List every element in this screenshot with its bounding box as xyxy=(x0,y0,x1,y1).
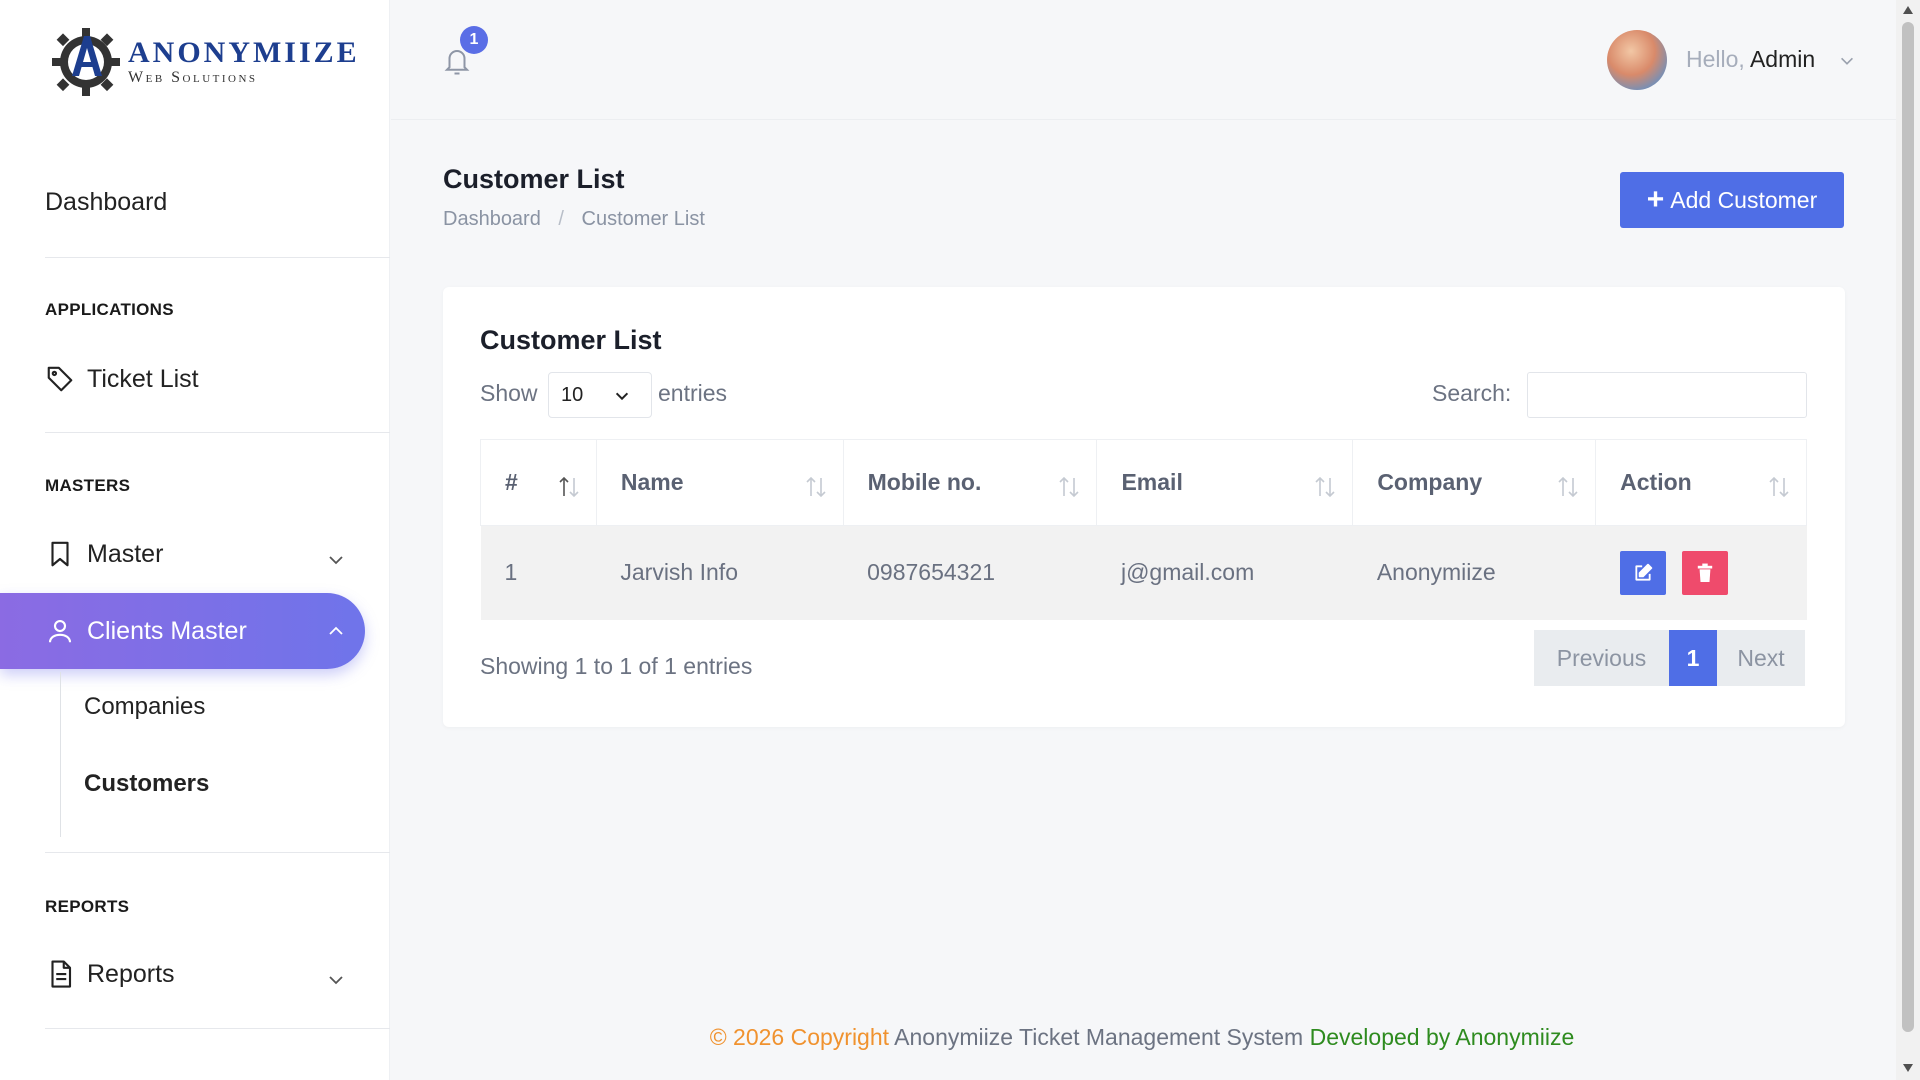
user-name: Admin xyxy=(1749,46,1816,72)
brand-tagline: Web Solutions xyxy=(128,69,258,86)
footer-copyright: © 2026 Copyright xyxy=(709,1024,890,1050)
page-title: Customer List xyxy=(443,164,625,194)
chevron-down-icon[interactable] xyxy=(326,970,346,990)
table-row: 1 Jarvish Info 0987654321 j@gmail.com An… xyxy=(480,525,1807,620)
scrollbar-thumb[interactable] xyxy=(1902,22,1914,1032)
column-label: Company xyxy=(1377,469,1483,495)
cell-index: 1 xyxy=(480,525,597,620)
cell-name: Jarvish Info xyxy=(596,525,844,620)
entries-label: entries xyxy=(658,380,728,406)
entries-select-value: 10 xyxy=(561,383,584,406)
next-page-button[interactable]: Next xyxy=(1717,630,1805,686)
column-label: # xyxy=(505,469,518,495)
scroll-up-arrow-icon[interactable] xyxy=(1901,4,1915,16)
column-label: Action xyxy=(1620,469,1692,495)
sort-icon xyxy=(1769,476,1789,498)
footer: © 2026 Copyright Anonymiize Ticket Manag… xyxy=(0,1024,1920,1051)
column-header-action[interactable]: Action xyxy=(1595,439,1807,526)
scroll-down-arrow-icon[interactable] xyxy=(1901,1062,1915,1074)
column-header-mobile[interactable]: Mobile no. xyxy=(842,439,1098,526)
show-label: Show xyxy=(480,380,538,406)
entries-select[interactable]: 10 xyxy=(548,372,652,418)
gear-logo-icon xyxy=(52,28,120,96)
topbar xyxy=(391,0,1896,120)
sidebar-divider xyxy=(45,257,390,258)
sort-icon xyxy=(1558,476,1578,498)
column-header-company[interactable]: Company xyxy=(1352,439,1597,526)
footer-system-name: Anonymiize Ticket Management System xyxy=(894,1024,1304,1050)
section-heading-masters: MASTERS xyxy=(45,476,131,495)
user-icon xyxy=(45,616,75,646)
plus-icon: + xyxy=(1646,183,1665,216)
submenu-guide-line xyxy=(60,672,61,837)
sidebar-subitem-customers[interactable]: Customers xyxy=(84,770,209,798)
customer-table: # Name Mobile no. Email Company Action 1… xyxy=(480,439,1807,620)
page-1-button[interactable]: 1 xyxy=(1669,630,1717,686)
search-input[interactable] xyxy=(1527,372,1807,418)
column-label: Email xyxy=(1121,469,1183,495)
sidebar-divider xyxy=(45,852,390,853)
breadcrumb-separator: / xyxy=(558,208,564,230)
column-label: Name xyxy=(620,469,684,495)
cell-action xyxy=(1595,525,1807,620)
sidebar-divider xyxy=(45,432,390,433)
search-label: Search: xyxy=(1432,380,1512,406)
previous-page-button[interactable]: Previous xyxy=(1534,630,1669,686)
sidebar-item-dashboard[interactable]: Dashboard xyxy=(45,188,167,217)
sidebar-item-reports[interactable]: Reports xyxy=(45,959,175,989)
document-icon xyxy=(45,959,75,989)
sidebar-item-label: Master xyxy=(87,539,164,568)
sort-icon xyxy=(559,476,579,498)
bookmark-icon xyxy=(45,539,75,569)
pagination: Previous 1 Next xyxy=(1534,630,1805,686)
avatar[interactable] xyxy=(1607,30,1667,90)
brand-logo[interactable]: ANONYMIIZE Web Solutions xyxy=(50,24,360,100)
chevron-down-icon[interactable] xyxy=(1838,52,1856,70)
breadcrumb-link-dashboard[interactable]: Dashboard xyxy=(443,208,541,230)
sidebar-item-ticket-list[interactable]: Ticket List xyxy=(45,364,199,394)
add-customer-label: Add Customer xyxy=(1670,186,1818,213)
card-title: Customer List xyxy=(480,325,662,355)
cell-email: j@gmail.com xyxy=(1096,525,1353,620)
sidebar-subitem-companies[interactable]: Companies xyxy=(84,693,205,721)
column-header-index[interactable]: # xyxy=(480,439,597,526)
chevron-up-icon[interactable] xyxy=(326,621,346,641)
add-customer-button[interactable]: + Add Customer xyxy=(1620,172,1844,228)
sort-icon xyxy=(1315,476,1335,498)
edit-icon xyxy=(1635,563,1652,581)
sidebar-item-clients-master[interactable]: Clients Master xyxy=(0,593,365,669)
column-header-name[interactable]: Name xyxy=(595,439,844,526)
trash-icon xyxy=(1697,563,1712,582)
sidebar-item-label: Clients Master xyxy=(87,616,247,645)
sort-icon xyxy=(1059,476,1080,498)
sort-icon xyxy=(806,476,826,498)
column-header-email[interactable]: Email xyxy=(1096,439,1354,526)
sidebar-item-master[interactable]: Master xyxy=(45,539,163,569)
sidebar: ANONYMIIZE Web Solutions Dashboard APPLI… xyxy=(0,0,390,1080)
table-header-row: # Name Mobile no. Email Company Action xyxy=(480,439,1807,526)
section-heading-reports: REPORTS xyxy=(45,897,130,916)
chevron-down-icon xyxy=(615,392,629,401)
section-heading-applications: APPLICATIONS xyxy=(45,300,174,319)
tag-icon xyxy=(45,364,75,394)
brand-name: ANONYMIIZE xyxy=(128,36,360,69)
user-greeting[interactable]: Hello, Admin xyxy=(1686,46,1815,73)
column-label: Mobile no. xyxy=(867,469,982,495)
footer-developer-link[interactable]: Developed by Anonymiize xyxy=(1310,1024,1575,1050)
sidebar-item-label: Dashboard xyxy=(45,188,168,216)
pagination-summary: Showing 1 to 1 of 1 entries xyxy=(480,653,753,679)
sidebar-item-label: Reports xyxy=(87,959,175,988)
notification-badge: 1 xyxy=(460,26,488,54)
greeting-prefix: Hello, xyxy=(1686,46,1745,72)
breadcrumb: Dashboard / Customer List xyxy=(443,208,705,231)
breadcrumb-current: Customer List xyxy=(581,208,705,230)
cell-mobile: 0987654321 xyxy=(843,525,1097,620)
sidebar-item-label: Ticket List xyxy=(87,364,199,393)
cell-company: Anonymiize xyxy=(1352,525,1596,620)
edit-button[interactable] xyxy=(1619,550,1666,595)
chevron-down-icon[interactable] xyxy=(326,550,346,570)
delete-button[interactable] xyxy=(1681,550,1728,595)
